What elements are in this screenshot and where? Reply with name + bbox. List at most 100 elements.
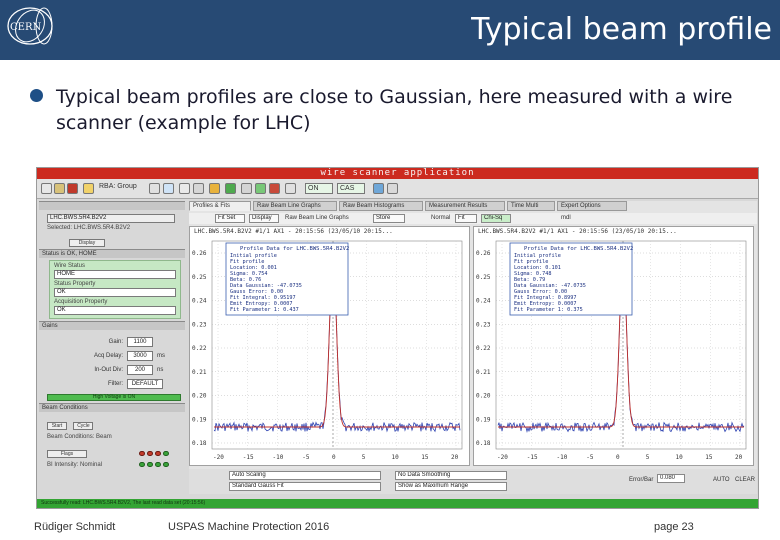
x-tick-label: -10: [557, 454, 568, 461]
led-icon: [139, 462, 145, 467]
beam-conditions-header: Beam Conditions: [39, 403, 185, 412]
clear-label[interactable]: CLEAR: [735, 477, 755, 483]
tab-raw-beam-histograms[interactable]: Raw Beam Histograms: [339, 201, 423, 211]
in-out-div-spinner[interactable]: 200: [127, 365, 153, 375]
bullet-text: Typical beam profiles are close to Gauss…: [56, 86, 733, 134]
y-tick-label: 0.25: [476, 274, 491, 281]
high-voltage-button[interactable]: High Voltage is ON: [47, 394, 181, 401]
x-tick-label: 5: [646, 454, 650, 461]
chart-icon[interactable]: [163, 183, 174, 194]
help-icon[interactable]: [387, 183, 398, 194]
in-out-div-unit: ns: [157, 367, 164, 373]
display-button[interactable]: Display: [69, 239, 105, 247]
y-tick-label: 0.25: [192, 274, 207, 281]
acq-delay-label: Acq Delay:: [93, 353, 123, 359]
record-icon[interactable]: [269, 183, 280, 194]
print-icon[interactable]: [149, 183, 160, 194]
bullet-icon: [30, 89, 43, 102]
tab-time-multi[interactable]: Time Multi: [507, 201, 555, 211]
x-tick-label: -20: [497, 454, 508, 461]
toolbar-field-2[interactable]: CAS: [337, 183, 365, 194]
x-tick-label: 0: [616, 454, 620, 461]
led-icon: [155, 462, 161, 467]
acq-delay-unit: ms: [157, 353, 165, 359]
cern-logo-text: CERN: [10, 22, 41, 33]
tab-profiles-fits[interactable]: Profiles & Fits: [189, 201, 251, 211]
status-box: Wire Status HOME Status Property OK Acqu…: [49, 260, 181, 319]
slide-title: Typical beam profile: [471, 12, 772, 47]
display-toggle[interactable]: Display: [249, 214, 279, 223]
scaling-select[interactable]: Auto Scaling: [229, 471, 381, 480]
fit-button[interactable]: Fit: [455, 214, 477, 223]
x-tick-label: 15: [421, 454, 429, 461]
wire-status-field: HOME: [54, 270, 176, 279]
filter-select[interactable]: DEFAULT: [127, 379, 163, 389]
tab-measurement-results[interactable]: Measurement Results: [425, 201, 505, 211]
acq-delay-spinner[interactable]: 3000: [127, 351, 153, 361]
window-title: wire scanner application: [37, 168, 758, 179]
beam-tab-start[interactable]: Start: [47, 422, 67, 430]
x-tick-label: 5: [362, 454, 366, 461]
toolbar-field-1[interactable]: ON: [305, 183, 333, 194]
in-out-div-row: In-Out Div: 200 ns: [39, 364, 185, 378]
chi-sq-button[interactable]: Chi-Sq: [481, 214, 511, 223]
run-icon[interactable]: [225, 183, 236, 194]
beam-tab-cycle[interactable]: Cycle: [73, 422, 94, 430]
tab-raw-beam-line-graphs[interactable]: Raw Beam Line Graphs: [253, 201, 337, 211]
table-icon[interactable]: [179, 183, 190, 194]
open-icon[interactable]: [41, 183, 52, 194]
x-tick-label: -20: [213, 454, 224, 461]
stop-icon[interactable]: [67, 183, 78, 194]
x-tick-label: 0: [332, 454, 336, 461]
tab-expert-options[interactable]: Expert Options: [557, 201, 627, 211]
plot-controls: Auto Scaling Standard Gauss Fit No Data …: [189, 469, 757, 494]
folder-icon[interactable]: [54, 183, 65, 194]
play-icon[interactable]: [255, 183, 266, 194]
acq-property-field: OK: [54, 306, 176, 315]
range-select[interactable]: Show as Maximum Range: [395, 482, 507, 491]
y-tick-label: 0.19: [192, 416, 207, 423]
info-icon[interactable]: [373, 183, 384, 194]
mdl-label: mdl: [561, 215, 571, 221]
fit-type-select[interactable]: Standard Gauss Fit: [229, 482, 381, 491]
legend-title: Profile Data for LHC.BWS.5R4.B2V2: [240, 246, 349, 252]
gain-row: Gain: 1100: [39, 336, 185, 350]
bookmark-icon[interactable]: [83, 183, 94, 194]
x-tick-label: 10: [392, 454, 400, 461]
profile-plot-2-svg: 0.26 0.25 0.24 0.23 0.22 0.21 0.20 0.19 0.18 -20 -…: [476, 240, 747, 461]
led-icon: [163, 462, 169, 467]
y-tick-label: 0.21: [476, 369, 491, 376]
y-tick-label: 0.20: [476, 393, 491, 400]
smoothing-select[interactable]: No Data Smoothing: [395, 471, 507, 480]
device-section-header: [39, 201, 185, 210]
x-tick-label: -5: [586, 454, 594, 461]
key-icon[interactable]: [209, 183, 220, 194]
device-select[interactable]: LHC.BWS.5R4.B2V2: [47, 214, 175, 223]
cern-logo: CERN: [7, 7, 53, 45]
auto-label[interactable]: AUTO: [713, 477, 730, 483]
error-bar-label: Error/Bar: [629, 477, 654, 483]
settings-icon[interactable]: [241, 183, 252, 194]
y-tick-label: 0.23: [192, 321, 207, 328]
error-bar-input[interactable]: 0.080: [657, 474, 685, 483]
status-property-field: OK: [54, 288, 176, 297]
fit-set-button[interactable]: Fit Set: [215, 214, 245, 223]
x-tick-label: -15: [243, 454, 254, 461]
filter-label: Filter:: [108, 381, 123, 387]
y-tick-label: 0.26: [476, 250, 491, 257]
legend-title: Profile Data for LHC.BWS.5R4.B2V2: [524, 246, 633, 252]
x-tick-label: 20: [451, 454, 459, 461]
acq-property-label: Acquisition Property: [54, 299, 108, 305]
y-tick-label: 0.26: [192, 250, 207, 257]
profile-plot-2-title: LHC.BWS.5R4.B2V2 #1/1 AX1 - 20:15:56 (23…: [478, 228, 677, 235]
led-icon: [147, 462, 153, 467]
plot-toolbar: Fit Set Display Raw Beam Line Graphs Sto…: [189, 213, 757, 224]
grid-icon[interactable]: [193, 183, 204, 194]
rba-group-label: RBA: Group: [99, 183, 137, 190]
store-button[interactable]: Store: [373, 214, 405, 223]
gain-spinner[interactable]: 1100: [127, 337, 153, 347]
beam-cond-label: Beam Conditions: Beam: [47, 434, 112, 440]
y-tick-label: 0.21: [192, 369, 207, 376]
refresh-icon[interactable]: [285, 183, 296, 194]
profile-plot-1: 0.26 0.25 0.24 0.23 0.22 0.21 0.20 0.19 0.18 -20 -…: [189, 226, 470, 466]
